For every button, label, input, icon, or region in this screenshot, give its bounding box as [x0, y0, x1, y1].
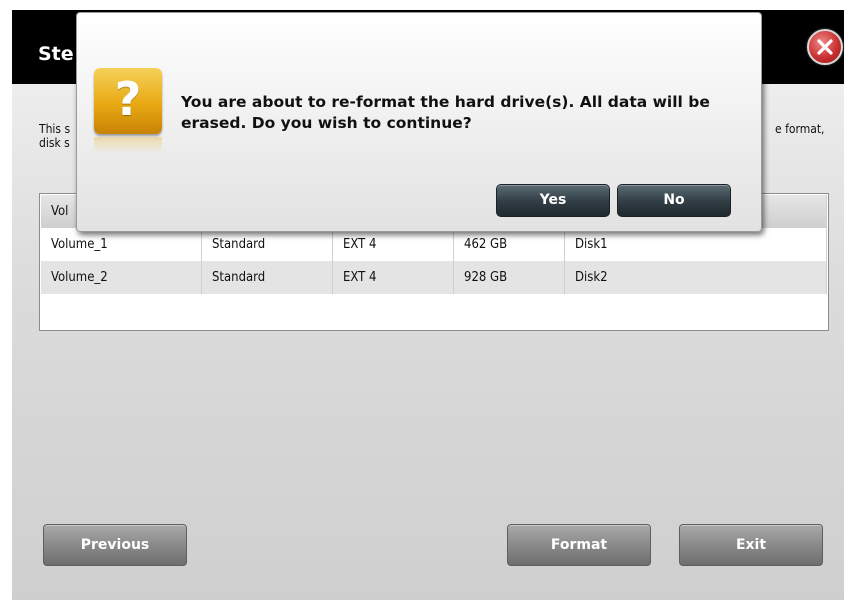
filesystem-cell: EXT 4 [332, 228, 454, 261]
description-line1-right: e format, [775, 122, 825, 136]
close-button[interactable] [807, 29, 843, 65]
step-title: Ste [38, 43, 74, 65]
format-button[interactable]: Format [507, 524, 651, 566]
question-mark-glyph: ? [114, 72, 142, 126]
table-row[interactable]: Volume_2 Standard EXT 4 928 GB Disk2 [41, 261, 827, 294]
description-line2: disk s [39, 136, 70, 150]
question-icon: ? [94, 68, 162, 134]
question-icon-reflection [94, 137, 162, 153]
filesystem-cell: EXT 4 [332, 261, 454, 294]
disk-cell: Disk1 [564, 228, 827, 261]
description-line1: This s [39, 122, 71, 136]
raid-type-cell: Standard [201, 261, 333, 294]
size-cell: 928 GB [453, 261, 565, 294]
disk-cell: Disk2 [564, 261, 827, 294]
volume-name-cell: Volume_2 [41, 261, 202, 294]
no-button[interactable]: No [617, 184, 731, 217]
volume-name-cell: Volume_1 [41, 228, 202, 261]
table-row[interactable]: Volume_1 Standard EXT 4 462 GB Disk1 [41, 228, 827, 261]
dialog-message: You are about to re-format the hard driv… [181, 93, 710, 132]
confirm-dialog: ? You are about to re-format the hard dr… [76, 12, 762, 232]
yes-button[interactable]: Yes [496, 184, 610, 217]
size-cell: 462 GB [453, 228, 565, 261]
previous-button[interactable]: Previous [43, 524, 187, 566]
close-icon [817, 39, 833, 55]
raid-type-cell: Standard [201, 228, 333, 261]
exit-button[interactable]: Exit [679, 524, 823, 566]
